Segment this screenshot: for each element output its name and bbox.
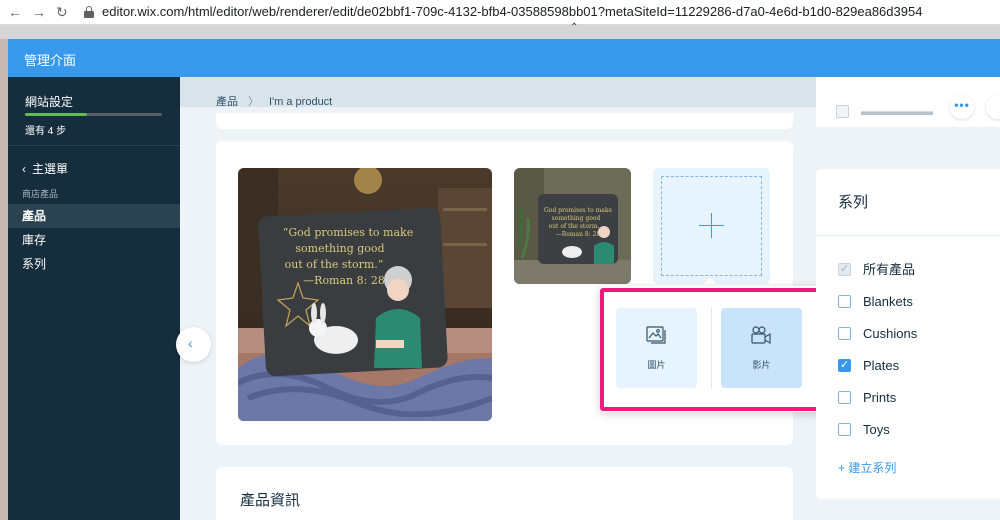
address-bar[interactable]: editor.wix.com/html/editor/web/renderer/…: [102, 4, 922, 19]
pillow-image: “God promises to make something good out…: [238, 168, 492, 421]
back-arrow-icon[interactable]: ←: [8, 3, 22, 21]
collections-title: 系列: [838, 194, 869, 211]
main-menu-label: 主選單: [32, 162, 69, 176]
chevron-left-icon: ‹: [188, 335, 193, 351]
svg-text:—Roman 8: 28: —Roman 8: 28: [556, 231, 601, 238]
svg-text:God promises to make: God promises to make: [544, 207, 613, 214]
sidebar: 網站設定 還有 4 步 ‹ 主選單 商店產品 產品 庫存 系列: [8, 77, 180, 520]
steps-remaining: 還有 4 步: [25, 126, 67, 137]
site-setup-label[interactable]: 網站設定: [25, 93, 73, 110]
main-content: 產品〉 I'm a product “God promises to make …: [176, 77, 1000, 520]
add-video-button[interactable]: 影片: [721, 308, 802, 388]
collections-panel: 系列 ✓ 所有產品 Blankets Cushions ✓ Plates Pri…: [816, 169, 1000, 499]
collapse-caret-icon[interactable]: ⌃: [570, 22, 578, 33]
media-type-popup: 圖片 影片: [600, 286, 823, 412]
checkmark-icon: ✓: [840, 263, 850, 275]
image-icon: [646, 326, 666, 344]
editor-left-strip: [0, 39, 8, 520]
product-info-title: 產品資訊: [240, 492, 301, 509]
sidebar-divider: [8, 145, 180, 146]
add-image-label: 圖片: [647, 360, 666, 370]
collection-label: Plates: [863, 358, 900, 373]
faded-label: ▬▬▬▬▬▬: [861, 104, 933, 118]
media-card-header: [216, 113, 793, 129]
checkbox[interactable]: [838, 327, 851, 340]
setup-progress-fill: [25, 113, 87, 116]
popup-divider: [711, 307, 712, 389]
dashboard-header: 管理介面: [8, 39, 1000, 77]
checkbox[interactable]: [838, 423, 851, 436]
svg-text:something good: something good: [552, 215, 601, 222]
add-video-label: 影片: [752, 360, 771, 370]
main-menu-back-button[interactable]: ‹ 主選單: [22, 160, 68, 177]
collection-label: Cushions: [863, 326, 918, 341]
create-collection-link[interactable]: + 建立系列: [838, 459, 896, 476]
breadcrumb: 產品〉 I'm a product: [216, 93, 332, 109]
svg-text:out of the storm.: out of the storm.: [549, 223, 600, 230]
pillow-thumbnail-image: God promises to make something good out …: [514, 168, 631, 284]
collection-label: Prints: [863, 390, 897, 405]
checkbox[interactable]: [838, 391, 851, 404]
checkbox-disabled-checked: ✓: [838, 263, 851, 276]
sidebar-item-collections[interactable]: 系列: [8, 252, 180, 276]
sidebar-item-inventory[interactable]: 庫存: [8, 228, 180, 252]
svg-text:something good: something good: [295, 242, 384, 255]
breadcrumb-parent[interactable]: 產品: [216, 96, 238, 108]
setup-progress-bar: [25, 113, 162, 116]
sidebar-section-store-products: 商店產品: [22, 189, 59, 199]
collections-divider: [816, 235, 1000, 236]
svg-text:—Roman 8: 28: —Roman 8: 28: [303, 274, 385, 287]
collection-label: 所有產品: [863, 262, 916, 277]
reload-icon[interactable]: ↻: [56, 3, 68, 21]
collection-label: Toys: [863, 422, 890, 437]
svg-text:“God promises to make: “God promises to make: [283, 226, 413, 239]
add-media-tile[interactable]: [653, 168, 770, 284]
breadcrumb-current: I'm a product: [269, 96, 333, 108]
dashboard-title: 管理介面: [24, 53, 77, 68]
product-thumbnail[interactable]: God promises to make something good out …: [514, 168, 631, 284]
checkmark-icon: ✓: [840, 359, 850, 371]
main-product-image[interactable]: “God promises to make something good out…: [238, 168, 492, 421]
checkbox-checked[interactable]: ✓: [838, 359, 851, 372]
product-info-card: 產品資訊: [216, 467, 793, 520]
video-camera-icon: [751, 326, 771, 345]
faded-checkbox: [836, 105, 849, 118]
add-image-button[interactable]: 圖片: [616, 308, 697, 388]
browser-toolbar: ← → ↻ editor.wix.com/html/editor/web/ren…: [0, 0, 1000, 25]
lock-icon: [84, 6, 94, 18]
sidebar-item-products[interactable]: 產品: [8, 204, 180, 228]
collapse-sidebar-button[interactable]: ‹: [176, 327, 211, 362]
checkbox[interactable]: [838, 295, 851, 308]
svg-text:out of the storm.”: out of the storm.”: [285, 258, 384, 271]
collection-label: Blankets: [863, 294, 913, 309]
chevron-left-icon: ‹: [22, 162, 26, 176]
breadcrumb-chevron-icon: 〉: [248, 96, 259, 108]
plus-icon-vertical: [711, 213, 712, 238]
editor-topbar: ⌃: [0, 22, 1000, 39]
more-actions-button[interactable]: •••: [950, 95, 974, 119]
forward-arrow-icon[interactable]: →: [32, 3, 46, 21]
